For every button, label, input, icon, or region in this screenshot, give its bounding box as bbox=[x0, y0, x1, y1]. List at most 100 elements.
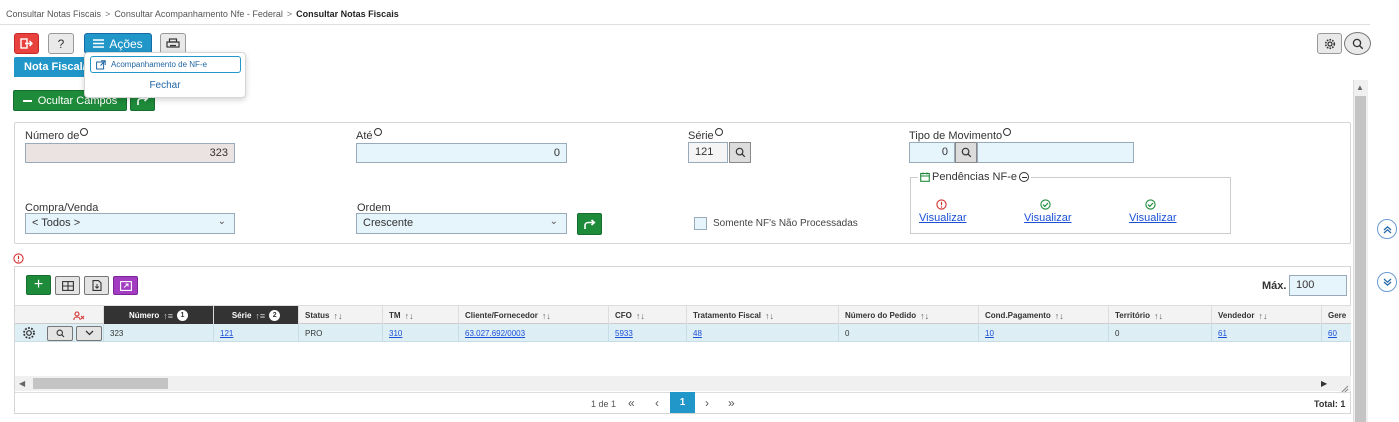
info-icon bbox=[80, 128, 89, 136]
compra-venda-select[interactable]: < Todos > ⌄ bbox=[25, 213, 235, 234]
minus-icon bbox=[22, 99, 32, 102]
serie-label: Série bbox=[688, 128, 723, 142]
calendar-icon bbox=[920, 172, 930, 182]
print-button[interactable] bbox=[160, 33, 186, 54]
column-header-numero-label: Número bbox=[129, 311, 160, 320]
help-button[interactable]: ? bbox=[48, 33, 74, 54]
serie-input[interactable]: 121 bbox=[688, 142, 728, 163]
add-button[interactable]: + bbox=[26, 275, 51, 295]
horizontal-scrollbar[interactable] bbox=[15, 376, 1351, 391]
column-header-pedido[interactable]: Número do Pedido ↑↓ bbox=[839, 306, 979, 325]
column-header-numero[interactable]: Número ↑≡ 1 bbox=[104, 306, 214, 325]
divider bbox=[0, 24, 1370, 25]
breadcrumb-item-acompanhamento[interactable]: Consultar Acompanhamento Nfe - Federal bbox=[114, 9, 283, 19]
total-count: Total: 1 bbox=[1314, 399, 1346, 409]
column-header-cfo[interactable]: CFO ↑↓ bbox=[609, 306, 687, 325]
scroll-up-icon[interactable]: ▲ bbox=[1356, 83, 1364, 92]
menu-item-acompanhamento[interactable]: Acompanhamento de NF-e bbox=[90, 56, 241, 73]
check-circle-icon bbox=[1040, 199, 1051, 210]
breadcrumb: Consultar Notas Fiscais > Consultar Acompa… bbox=[6, 9, 399, 19]
visualizar-link-erros[interactable]: Visualizar bbox=[919, 212, 967, 224]
cell-numero: 323 bbox=[104, 324, 214, 342]
tipo-movimento-search-button[interactable] bbox=[955, 142, 977, 163]
user-filter-icon[interactable] bbox=[54, 306, 104, 325]
scroll-right-icon[interactable]: ▶ bbox=[1321, 379, 1327, 388]
breadcrumb-item-notas[interactable]: Consultar Notas Fiscais bbox=[6, 9, 101, 19]
table-icon bbox=[61, 280, 74, 291]
visualizar-link-ok-1[interactable]: Visualizar bbox=[1024, 212, 1072, 224]
column-header-tratamento[interactable]: Tratamento Fiscal ↑↓ bbox=[687, 306, 839, 325]
horizontal-scrollbar-thumb[interactable] bbox=[33, 378, 168, 389]
columns-button[interactable] bbox=[55, 276, 80, 295]
next-page-button[interactable]: › bbox=[705, 396, 709, 410]
cell-vendedor-link[interactable]: 61 bbox=[1218, 329, 1227, 338]
row-expand-button[interactable] bbox=[76, 325, 102, 341]
sort-icon: ↑↓ bbox=[635, 310, 645, 321]
prev-page-button[interactable]: ‹ bbox=[655, 396, 659, 410]
external-view-button[interactable] bbox=[113, 276, 138, 295]
column-header-tm[interactable]: TM ↑↓ bbox=[383, 306, 459, 325]
scroll-bottom-button[interactable] bbox=[1377, 272, 1397, 292]
somente-nao-processadas-checkbox[interactable] bbox=[694, 217, 707, 230]
collapse-icon[interactable] bbox=[1019, 172, 1029, 182]
column-header-cliente-label: Cliente/Fornecedor bbox=[465, 311, 538, 320]
export-button[interactable] bbox=[84, 276, 109, 295]
cell-cfo-link[interactable]: 5933 bbox=[615, 329, 633, 338]
column-header-cliente[interactable]: Cliente/Fornecedor ↑↓ bbox=[459, 306, 609, 325]
pendencias-title-text: Pendências NF-e bbox=[932, 171, 1017, 183]
external-link-icon bbox=[96, 59, 106, 69]
column-header-tm-label: TM bbox=[389, 311, 401, 320]
visualizar-link-ok-2[interactable]: Visualizar bbox=[1129, 212, 1177, 224]
ordem-select[interactable]: Crescente ⌄ bbox=[356, 213, 567, 234]
tipo-movimento-label-text: Tipo de Movimento bbox=[909, 130, 1003, 142]
page-1-button[interactable]: 1 bbox=[670, 392, 695, 413]
column-header-serie-label: Série bbox=[231, 311, 252, 320]
exit-button[interactable] bbox=[14, 33, 39, 54]
sort-icon: ↑↓ bbox=[541, 310, 551, 321]
first-page-button[interactable]: « bbox=[628, 396, 635, 410]
gear-icon bbox=[23, 327, 35, 339]
cell-cliente-link[interactable]: 63.027.692/0003 bbox=[465, 329, 525, 338]
column-header-gere[interactable]: Gere bbox=[1322, 306, 1351, 325]
column-header-territorio[interactable]: Território ↑↓ bbox=[1109, 306, 1212, 325]
scroll-left-icon[interactable]: ◀ bbox=[19, 379, 25, 388]
acoes-label: Ações bbox=[109, 36, 143, 51]
serie-search-button[interactable] bbox=[729, 142, 751, 163]
table-row[interactable]: 323 121 PRO 310 63.027.692/0003 5933 48 … bbox=[15, 324, 1351, 342]
search-icon bbox=[961, 147, 971, 158]
menu-item-acompanhamento-label: Acompanhamento de NF-e bbox=[111, 60, 208, 69]
tipo-movimento-input[interactable]: 0 bbox=[909, 142, 955, 163]
cell-serie-link[interactable]: 121 bbox=[220, 329, 233, 338]
last-page-button[interactable]: » bbox=[728, 396, 735, 410]
numero-de-input[interactable]: 323 bbox=[25, 143, 235, 163]
cell-cond-pagamento-link[interactable]: 10 bbox=[985, 329, 994, 338]
scroll-top-button[interactable] bbox=[1377, 219, 1397, 239]
column-header-serie[interactable]: Série ↑≡ 2 bbox=[214, 306, 299, 325]
cell-cond-pagamento: 10 bbox=[979, 324, 1109, 342]
cell-tratamento-link[interactable]: 48 bbox=[693, 329, 702, 338]
column-header-cond-pagamento[interactable]: Cond.Pagamento ↑↓ bbox=[979, 306, 1109, 325]
resize-handle-icon[interactable] bbox=[1340, 381, 1349, 394]
row-view-button[interactable] bbox=[47, 325, 73, 341]
ate-input[interactable]: 0 bbox=[356, 143, 567, 163]
acoes-button[interactable]: Ações bbox=[84, 33, 152, 54]
ordem-value: Crescente bbox=[363, 217, 414, 229]
tipo-movimento-label: Tipo de Movimento bbox=[909, 128, 1012, 142]
search-icon bbox=[735, 147, 745, 158]
cell-tm-link[interactable]: 310 bbox=[389, 329, 402, 338]
apply-button[interactable] bbox=[577, 213, 602, 235]
vertical-scrollbar-thumb[interactable] bbox=[1355, 96, 1366, 422]
tab-nota-fiscal[interactable]: Nota Fiscal/ bbox=[14, 57, 94, 77]
column-header-vendedor-label: Vendedor bbox=[1218, 311, 1255, 320]
row-settings-button[interactable] bbox=[15, 324, 47, 342]
cell-vendedor: 61 bbox=[1212, 324, 1322, 342]
column-header-pedido-label: Número do Pedido bbox=[845, 311, 917, 320]
column-header-vendedor[interactable]: Vendedor ↑↓ bbox=[1212, 306, 1322, 325]
menu-item-fechar[interactable]: Fechar bbox=[85, 80, 245, 91]
settings-button[interactable] bbox=[1317, 33, 1342, 54]
cell-gere-link[interactable]: 60 bbox=[1328, 329, 1337, 338]
max-input[interactable]: 100 bbox=[1289, 275, 1347, 296]
column-header-status[interactable]: Status ↑↓ bbox=[299, 306, 383, 325]
ate-label-text: Até bbox=[356, 130, 373, 142]
search-button[interactable] bbox=[1344, 32, 1371, 55]
